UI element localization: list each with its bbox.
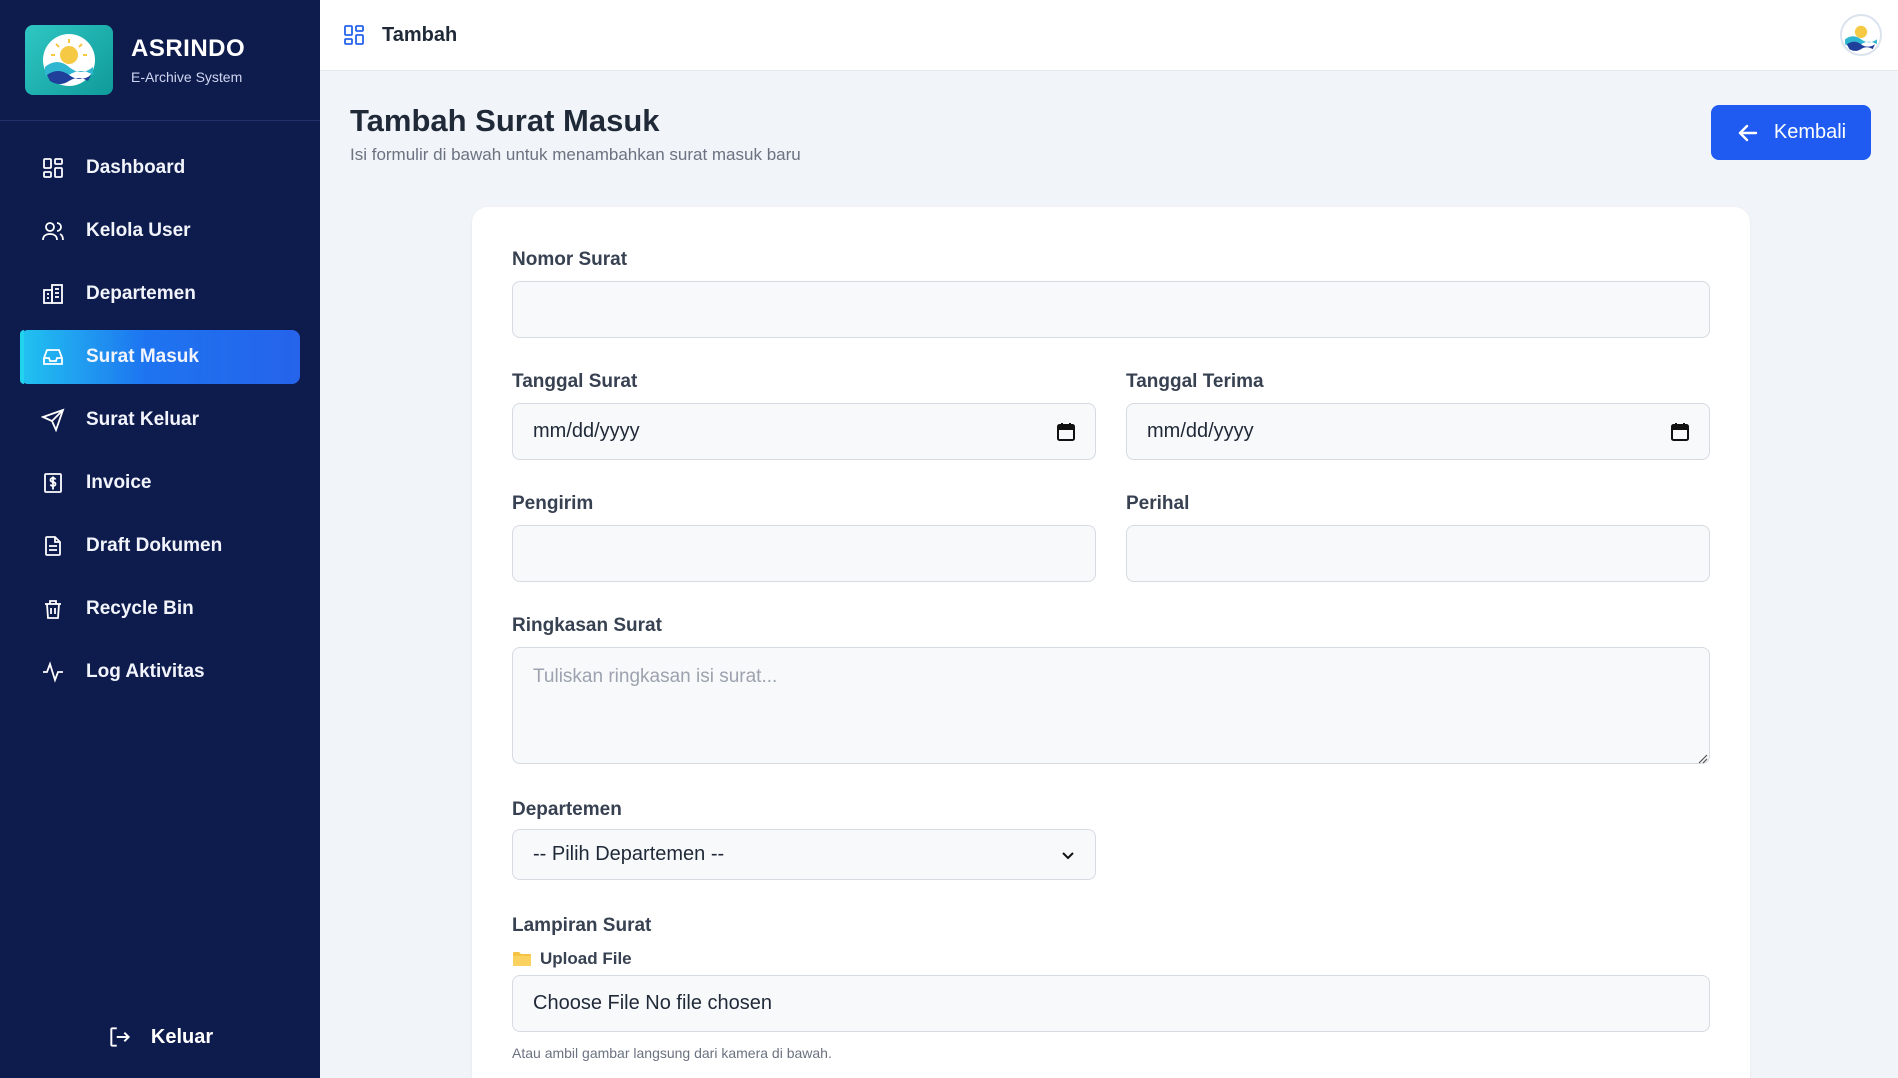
brand-subtitle: E-Archive System	[131, 69, 243, 85]
tanggal-terima-input[interactable]: mm/dd/yyyy	[1126, 403, 1710, 460]
sidebar-item-label: Draft Dokumen	[86, 535, 223, 556]
calendar-icon[interactable]	[1057, 422, 1075, 441]
pengirim-input[interactable]	[512, 525, 1096, 582]
arrow-left-icon	[1736, 121, 1760, 145]
sidebar-item-label: Surat Masuk	[86, 346, 199, 367]
brand-logo	[25, 25, 113, 95]
camera-hint: Atau ambil gambar langsung dari kamera d…	[512, 1045, 832, 1061]
sidebar-item-surat-masuk[interactable]: Surat Masuk	[20, 330, 300, 384]
ringkasan-textarea[interactable]	[512, 647, 1710, 764]
back-button[interactable]: Kembali	[1711, 105, 1871, 160]
tanggal-surat-value: mm/dd/yyyy	[533, 420, 640, 442]
brand: ASRINDO E-Archive System	[0, 0, 320, 121]
brand-name: ASRINDO	[131, 35, 246, 62]
inbox-icon	[40, 344, 66, 370]
pengirim-label: Pengirim	[512, 493, 594, 514]
folder-icon	[512, 950, 532, 968]
sidebar-item-label: Log Aktivitas	[86, 661, 205, 682]
tanggal-terima-label: Tanggal Terima	[1126, 371, 1264, 392]
page-title: Tambah Surat Masuk	[350, 103, 660, 138]
file-input-text: Choose File No file chosen	[533, 992, 773, 1014]
nomor-surat-input[interactable]	[512, 281, 1710, 338]
tanggal-terima-value: mm/dd/yyyy	[1147, 420, 1254, 442]
dashboard-icon	[40, 155, 66, 181]
logout-button[interactable]: Keluar	[0, 1024, 320, 1050]
send-icon	[40, 407, 66, 433]
sidebar-item-label: Surat Keluar	[86, 409, 199, 430]
sidebar-item-dashboard[interactable]: Dashboard	[20, 141, 300, 195]
sidebar-item-log-aktivitas[interactable]: Log Aktivitas	[20, 645, 300, 699]
chevron-down-icon	[1061, 848, 1075, 862]
lampiran-label: Lampiran Surat	[512, 915, 652, 936]
sidebar-item-label: Kelola User	[86, 220, 191, 241]
file-input[interactable]: Choose File No file chosen	[512, 975, 1710, 1032]
sidebar-item-surat-keluar[interactable]: Surat Keluar	[20, 393, 300, 447]
logout-label: Keluar	[150, 1025, 214, 1048]
trash-icon	[40, 596, 66, 622]
invoice-icon	[40, 470, 66, 496]
avatar[interactable]	[1840, 14, 1882, 56]
tanggal-surat-label: Tanggal Surat	[512, 371, 638, 392]
sidebar-item-label: Recycle Bin	[86, 598, 194, 619]
departemen-selected: -- Pilih Departemen --	[533, 843, 725, 865]
logout-icon	[107, 1024, 133, 1050]
nomor-surat-label: Nomor Surat	[512, 249, 628, 270]
tanggal-surat-input[interactable]: mm/dd/yyyy	[512, 403, 1096, 460]
activity-icon	[40, 659, 66, 685]
upload-file-label: Upload File	[512, 949, 632, 969]
document-icon	[40, 533, 66, 559]
breadcrumb: Tambah	[382, 23, 458, 46]
departemen-select[interactable]: -- Pilih Departemen --	[512, 829, 1096, 880]
dashboard-icon	[342, 23, 366, 47]
back-button-label: Kembali	[1773, 121, 1847, 143]
sidebar-item-label: Dashboard	[86, 157, 186, 178]
sidebar-item-draft-dokumen[interactable]: Draft Dokumen	[20, 519, 300, 573]
form-card: Nomor Surat Tanggal Surat mm/dd/yyyy Tan…	[472, 207, 1750, 1078]
perihal-label: Perihal	[1126, 493, 1190, 514]
departemen-label: Departemen	[512, 799, 622, 820]
page-subtitle: Isi formulir di bawah untuk menambahkan …	[350, 145, 801, 164]
sidebar-item-recycle-bin[interactable]: Recycle Bin	[20, 582, 300, 636]
sidebar-item-departemen[interactable]: Departemen	[20, 267, 300, 321]
sidebar: ASRINDO E-Archive System Dashboard Kelol…	[0, 0, 320, 1078]
sidebar-item-label: Departemen	[86, 283, 196, 304]
upload-file-text: Upload File	[540, 949, 632, 968]
calendar-icon[interactable]	[1671, 422, 1689, 441]
building-icon	[40, 281, 66, 307]
sidebar-item-label: Invoice	[86, 472, 152, 493]
sidebar-nav: Dashboard Kelola User Departemen Surat M…	[0, 141, 320, 699]
perihal-input[interactable]	[1126, 525, 1710, 582]
sidebar-item-invoice[interactable]: Invoice	[20, 456, 300, 510]
topbar: Tambah	[320, 0, 1898, 71]
sidebar-item-kelola-user[interactable]: Kelola User	[20, 204, 300, 258]
ringkasan-label: Ringkasan Surat	[512, 615, 662, 636]
users-icon	[40, 218, 66, 244]
